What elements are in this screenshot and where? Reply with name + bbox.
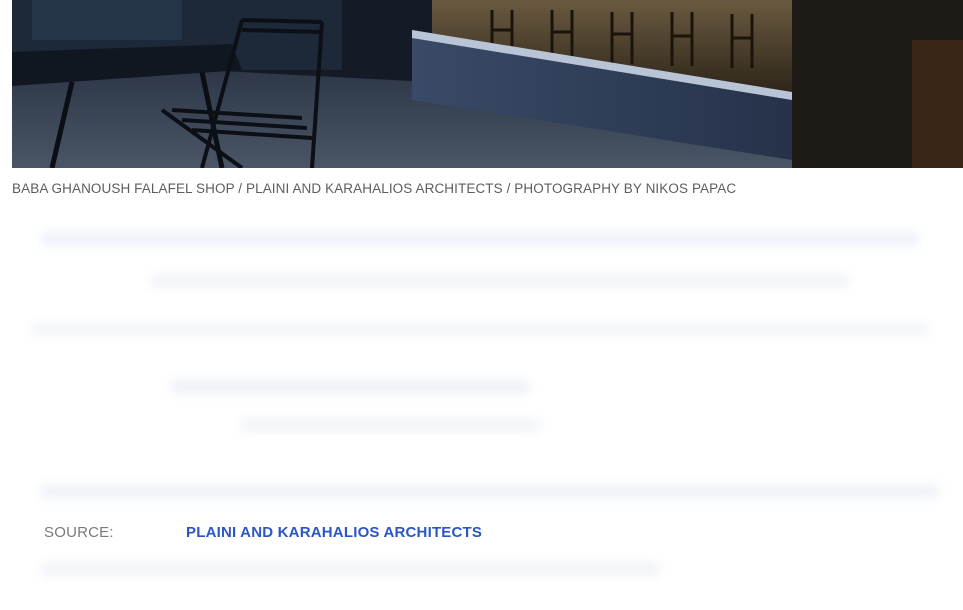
article-page: BABA GHANOUSH FALAFEL SHOP / PLAINI AND …	[0, 0, 963, 610]
architecture-photo	[12, 0, 963, 168]
source-link[interactable]: PLAINI AND KARAHALIOS ARCHITECTS	[186, 524, 482, 541]
source-row: SOURCE: PLAINI AND KARAHALIOS ARCHITECTS	[44, 520, 482, 544]
faded-content	[0, 212, 963, 610]
photo-caption: BABA GHANOUSH FALAFEL SHOP / PLAINI AND …	[12, 181, 737, 196]
source-label: SOURCE:	[44, 523, 114, 541]
